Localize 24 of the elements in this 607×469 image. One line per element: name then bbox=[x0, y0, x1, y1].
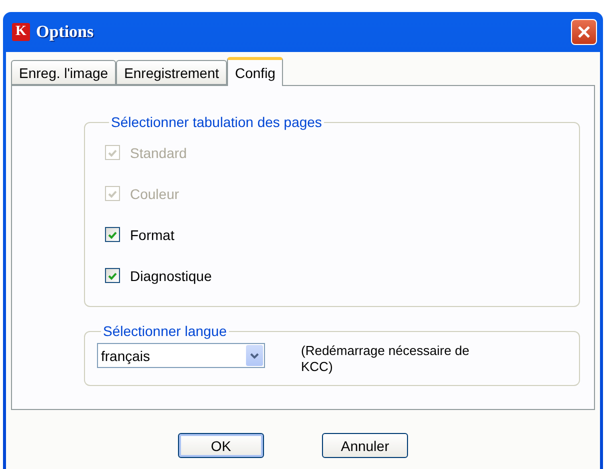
window-title: Options bbox=[36, 22, 95, 42]
checkbox[interactable] bbox=[105, 227, 120, 242]
checkbox-label: Format bbox=[130, 226, 174, 242]
checkbox[interactable] bbox=[105, 268, 120, 283]
app-icon: K bbox=[12, 23, 30, 41]
checkmark-icon bbox=[108, 230, 117, 238]
language-dropdown[interactable]: français bbox=[97, 343, 265, 368]
dialog-button[interactable]: Annuler bbox=[322, 433, 408, 458]
checkmark-icon bbox=[108, 148, 117, 156]
checkmark-icon bbox=[108, 272, 117, 280]
checkbox-label: Diagnostique bbox=[130, 268, 212, 284]
tab[interactable]: Enregistrement bbox=[116, 60, 227, 85]
group-title: Sélectionner langue bbox=[102, 323, 228, 339]
tab[interactable]: Config bbox=[227, 57, 284, 86]
close-icon bbox=[577, 25, 591, 39]
chevron-down-icon bbox=[246, 345, 263, 366]
group-title: Sélectionner tabulation des pages bbox=[110, 114, 323, 130]
close-button[interactable] bbox=[571, 19, 597, 45]
dialog-button[interactable]: OK bbox=[178, 433, 264, 458]
tab[interactable]: Enreg. l'image bbox=[11, 60, 116, 85]
checkbox-label: Standard bbox=[130, 144, 187, 160]
checkmark-icon bbox=[108, 190, 117, 198]
checkbox-label: Couleur bbox=[130, 186, 180, 202]
restart-note: (Redémarrage nécessaire de KCC) bbox=[301, 343, 470, 375]
